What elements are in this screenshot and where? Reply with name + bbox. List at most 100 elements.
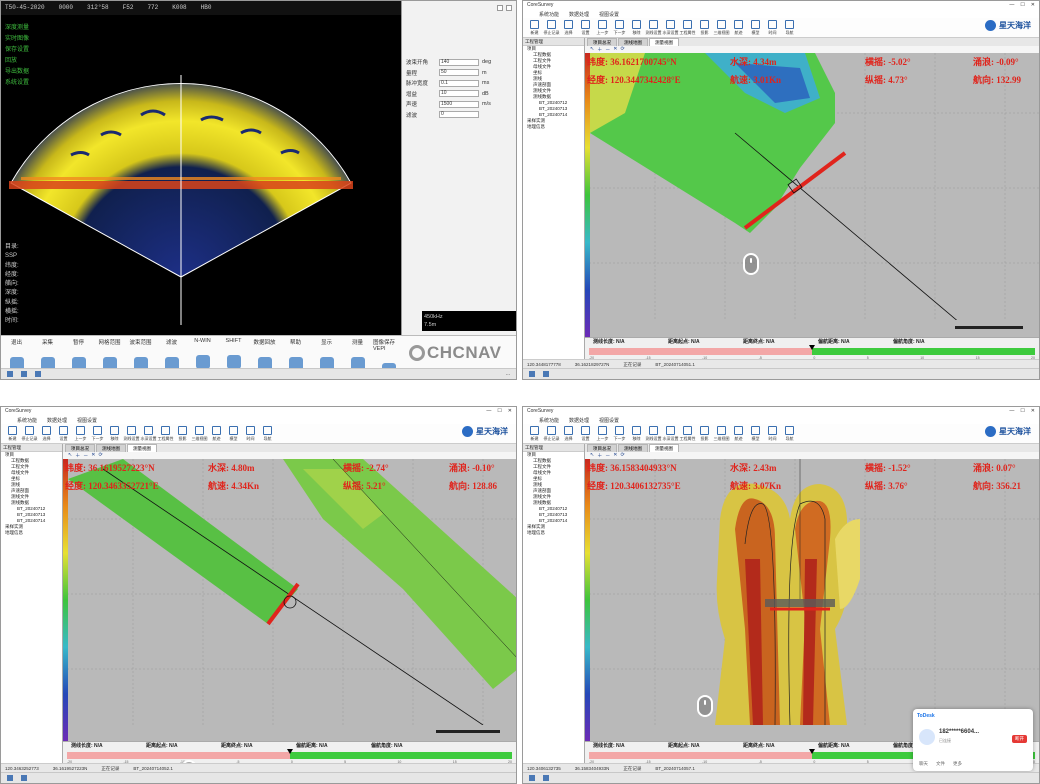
maximize-icon[interactable]: ☐ xyxy=(1020,2,1024,9)
pointer-icon[interactable]: ↖ xyxy=(590,46,594,53)
ribbon-button[interactable]: 工程属性 xyxy=(679,424,696,443)
close-icon[interactable]: ✕ xyxy=(91,452,95,459)
ribbon-button[interactable]: 移除 xyxy=(106,424,123,443)
toolbar-button[interactable]: N-WIN xyxy=(187,338,218,369)
setting-input[interactable]: 1500 xyxy=(439,100,479,108)
disconnect-button[interactable]: 断开 xyxy=(1012,735,1027,743)
maximize-icon[interactable]: ☐ xyxy=(1020,408,1024,415)
sonar-fan-view[interactable] xyxy=(1,15,401,335)
zoom-in-icon[interactable]: ＋ xyxy=(75,452,80,459)
bathymetry-map[interactable]: 纬度: 36.1621700745°N 经度: 120.3447342428°E… xyxy=(585,53,1039,337)
ribbon-button[interactable]: 水深设置 xyxy=(140,424,157,443)
close-icon[interactable]: ✕ xyxy=(613,46,617,53)
close-icon[interactable]: ✕ xyxy=(1031,408,1035,415)
tab-overview[interactable]: 项目总况 xyxy=(587,444,617,452)
tree-item[interactable]: 地理信息 xyxy=(523,124,584,130)
ribbon-button[interactable]: 投影 xyxy=(696,18,713,37)
toolbar-button[interactable]: 暂停 xyxy=(63,338,94,371)
ribbon-button[interactable]: 停止记录 xyxy=(21,424,38,443)
ribbon-button[interactable]: 工程属性 xyxy=(157,424,174,443)
ribbon-button[interactable]: 三维视图 xyxy=(713,18,730,37)
ribbon-button[interactable]: 选择 xyxy=(38,424,55,443)
menu-item[interactable]: 系统功能 xyxy=(17,417,37,424)
menu-item[interactable]: 视图设置 xyxy=(599,11,619,18)
ribbon-button[interactable]: 停止记录 xyxy=(543,424,560,443)
sonar-menu-item[interactable]: 系统设置 xyxy=(5,78,29,89)
tree-item[interactable]: 地理信息 xyxy=(523,530,584,536)
pointer-icon[interactable]: ↖ xyxy=(68,452,72,459)
ribbon-button[interactable]: 水深设置 xyxy=(662,18,679,37)
ribbon-button[interactable]: 航迹 xyxy=(208,424,225,443)
ribbon-button[interactable]: 三维视图 xyxy=(713,424,730,443)
tab-overview[interactable]: 项目总况 xyxy=(587,38,617,46)
menu-item[interactable]: 数据处理 xyxy=(569,417,589,424)
menu-item[interactable]: 数据处理 xyxy=(47,417,67,424)
close-icon[interactable]: ✕ xyxy=(613,452,617,459)
ribbon-button[interactable]: 停止记录 xyxy=(543,18,560,37)
tab-survey-view[interactable]: 测量视图 xyxy=(649,38,679,46)
toolbar-button[interactable]: 波束范围 xyxy=(125,338,156,371)
zoom-out-icon[interactable]: － xyxy=(605,452,610,459)
ribbon-button[interactable]: 新建 xyxy=(526,424,543,443)
menu-item[interactable]: 数据处理 xyxy=(569,11,589,18)
refresh-icon[interactable]: ⟳ xyxy=(620,46,624,53)
ribbon-button[interactable]: 模型 xyxy=(225,424,242,443)
ribbon-button[interactable]: 航迹 xyxy=(730,18,747,37)
ribbon-button[interactable]: 模型 xyxy=(747,18,764,37)
ribbon-button[interactable]: 导航 xyxy=(781,18,798,37)
ribbon-button[interactable]: 测线设置 xyxy=(123,424,140,443)
ribbon-button[interactable]: 导航 xyxy=(781,424,798,443)
minimize-icon[interactable] xyxy=(497,5,503,11)
menu-item[interactable]: 系统功能 xyxy=(539,11,559,18)
ribbon-button[interactable]: 设置 xyxy=(577,424,594,443)
ribbon-button[interactable]: 时间 xyxy=(764,18,781,37)
bathymetry-map[interactable]: 纬度: 36.1619527223°N 经度: 120.3463352721°E… xyxy=(63,459,516,741)
ribbon-button[interactable]: 设置 xyxy=(577,18,594,37)
toolbar-button[interactable]: 显示 xyxy=(311,338,342,371)
ribbon-button[interactable]: 导航 xyxy=(259,424,276,443)
toolbar-button[interactable]: 退出 xyxy=(1,338,32,371)
zoom-in-icon[interactable]: ＋ xyxy=(597,46,602,53)
ribbon-button[interactable]: 航迹 xyxy=(730,424,747,443)
tab-survey-view[interactable]: 测量视图 xyxy=(127,444,157,452)
ribbon-button[interactable]: 水深设置 xyxy=(662,424,679,443)
zoom-out-icon[interactable]: － xyxy=(83,452,88,459)
ribbon-button[interactable]: 测线设置 xyxy=(645,18,662,37)
tab-survey-view[interactable]: 测量视图 xyxy=(649,444,679,452)
tab-line-map[interactable]: 测线地图 xyxy=(96,444,126,452)
toolbar-button[interactable]: 帮助 xyxy=(280,338,311,371)
ribbon-button[interactable]: 下一步 xyxy=(611,424,628,443)
minimize-icon[interactable]: — xyxy=(1009,408,1014,415)
toolbar-button[interactable]: SHIFT xyxy=(218,338,249,369)
toolbar-button[interactable]: 采集 xyxy=(32,338,63,371)
ribbon-button[interactable]: 下一步 xyxy=(89,424,106,443)
setting-input[interactable]: 140 xyxy=(439,58,479,66)
sonar-menu-item[interactable]: 导出数据 xyxy=(5,67,29,78)
ribbon-button[interactable]: 选择 xyxy=(560,424,577,443)
close-icon[interactable] xyxy=(506,5,512,11)
ribbon-button[interactable]: 新建 xyxy=(526,18,543,37)
sonar-menu-item[interactable]: 实时图像 xyxy=(5,34,29,45)
tab-line-map[interactable]: 测线地图 xyxy=(618,444,648,452)
setting-input[interactable]: 10 xyxy=(439,90,479,98)
ribbon-button[interactable]: 时间 xyxy=(764,424,781,443)
ribbon-button[interactable]: 上一步 xyxy=(72,424,89,443)
refresh-icon[interactable]: ⟳ xyxy=(620,452,624,459)
refresh-icon[interactable]: ⟳ xyxy=(98,452,102,459)
minimize-icon[interactable]: — xyxy=(1009,2,1014,9)
ribbon-button[interactable]: 上一步 xyxy=(594,18,611,37)
file-button[interactable]: 文件 xyxy=(936,761,945,767)
toolbar-button[interactable]: 滤波 xyxy=(156,338,187,371)
setting-input[interactable]: 0.1 xyxy=(439,79,479,87)
menu-item[interactable]: 视图设置 xyxy=(77,417,97,424)
chat-button[interactable]: 聊天 xyxy=(919,761,928,767)
setting-input[interactable]: 50 xyxy=(439,69,479,77)
ribbon-button[interactable]: 上一步 xyxy=(594,424,611,443)
ribbon-button[interactable]: 工程属性 xyxy=(679,18,696,37)
tree-item[interactable]: 地理信息 xyxy=(1,530,62,536)
ribbon-button[interactable]: 移除 xyxy=(628,424,645,443)
zoom-in-icon[interactable]: ＋ xyxy=(597,452,602,459)
close-icon[interactable]: ✕ xyxy=(508,408,512,415)
pointer-icon[interactable]: ↖ xyxy=(590,452,594,459)
menu-item[interactable]: 系统功能 xyxy=(539,417,559,424)
